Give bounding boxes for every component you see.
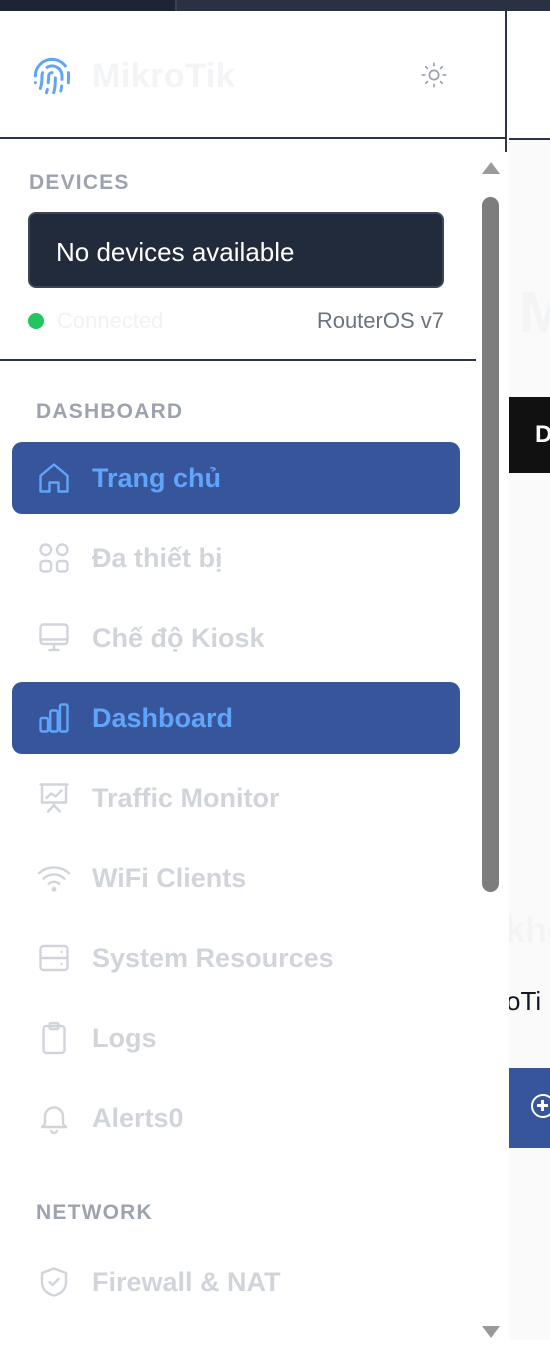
device-select[interactable]: No devices available [28,212,444,288]
bar-chart-icon [39,703,69,733]
sidebar-item-label: Đa thiết bị [92,543,223,573]
routeros-version: RouterOS v7 [316,308,444,333]
plus-circle-icon [531,1094,550,1118]
sidebar-item-label: System Resources [92,943,334,973]
home-icon [39,463,69,493]
connection-status-dot [28,313,44,329]
sidebar-nav: DASHBOARD Trang chủ Đa thiết bị Chế độ K… [0,363,476,1340]
sidebar-item-kiosk[interactable]: Chế độ Kiosk [12,602,460,674]
sidebar-item-trang-chu[interactable]: Trang chủ [12,442,460,514]
devices-section-title: DEVICES [29,171,130,194]
devices-panel: DEVICES No devices available Connected R… [0,141,476,361]
sidebar-brand: MikroTik [0,11,505,139]
wifi-icon [37,866,71,892]
grid-icon [39,543,69,573]
brand-name: MikroTik [92,57,236,95]
bell-icon [40,1106,68,1135]
shield-icon [40,1267,68,1297]
window-top-edge [175,0,550,11]
sidebar-item-partial[interactable] [12,1326,460,1340]
sidebar: MikroTik DEVICES No devices available Co… [0,11,507,1351]
fingerprint-icon [33,57,71,95]
connection-status-text: Connected [57,308,164,333]
sidebar-item-system-resources[interactable]: System Resources [12,922,460,994]
server-icon [39,944,69,972]
nav-section-network: NETWORK [36,1201,153,1224]
main-heading-fragment: M [519,280,550,345]
sidebar-item-label: Alerts0 [92,1103,184,1133]
sidebar-item-label: Logs [92,1023,157,1053]
main-text-fragment: oTi [509,986,542,1016]
main-content: M D khó oTi [509,11,550,1340]
sidebar-item-traffic-monitor[interactable]: Traffic Monitor [12,762,460,834]
theme-toggle-sun-icon[interactable] [420,61,448,89]
sidebar-item-logs[interactable]: Logs [12,1002,460,1074]
monitor-icon [39,623,69,652]
scroll-down-arrow-icon[interactable] [482,1326,500,1338]
scroll-up-arrow-icon[interactable] [482,162,500,174]
clipboard-icon [42,1021,66,1055]
sidebar-item-label: Trang chủ [92,463,222,493]
sidebar-item-label: Traffic Monitor [92,783,280,813]
scroll-thumb[interactable] [482,197,499,892]
sidebar-item-label: WiFi Clients [92,863,247,893]
sidebar-item-firewall-nat[interactable]: Firewall & NAT [12,1246,460,1318]
sidebar-item-dashboard[interactable]: Dashboard [12,682,460,754]
sidebar-item-label: Firewall & NAT [92,1267,281,1297]
add-button[interactable] [509,1068,550,1148]
sidebar-item-label: Dashboard [92,703,234,733]
main-header [509,11,550,140]
sidebar-item-da-thiet-bi[interactable]: Đa thiết bị [12,522,460,594]
nav-section-dashboard: DASHBOARD [36,400,184,423]
main-tab-dark[interactable]: D [509,397,550,473]
main-subheading-fragment: khó [509,909,550,950]
presentation-chart-icon [39,783,69,813]
sidebar-item-alerts[interactable]: Alerts0 [12,1082,460,1154]
window-top-strip [0,0,550,11]
main-tab-label: D [535,421,550,448]
sidebar-scrollbar[interactable] [476,152,507,1351]
sidebar-item-wifi-clients[interactable]: WiFi Clients [12,842,460,914]
sidebar-item-label: Chế độ Kiosk [92,623,265,653]
